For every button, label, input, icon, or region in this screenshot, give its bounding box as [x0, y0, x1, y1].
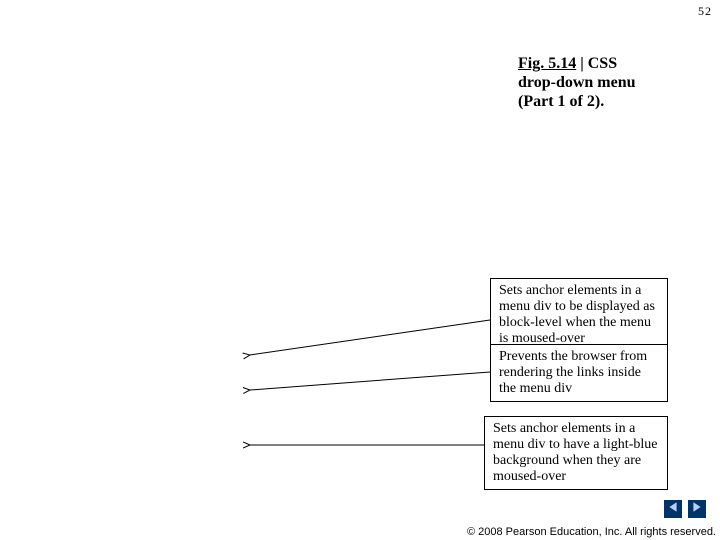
prev-slide-button[interactable]: [664, 500, 682, 518]
annotation-box-1: Sets anchor elements in a menu div to be…: [490, 278, 668, 352]
arrow-left-icon: [667, 500, 679, 518]
next-slide-button[interactable]: [688, 500, 706, 518]
annotation-box-3: Sets anchor elements in a menu div to ha…: [484, 416, 668, 490]
arrow-right-icon: [691, 500, 703, 518]
copyright-text: © 2008 Pearson Education, Inc. All right…: [467, 526, 716, 538]
annotation-box-2: Prevents the browser from rendering the …: [490, 344, 668, 402]
